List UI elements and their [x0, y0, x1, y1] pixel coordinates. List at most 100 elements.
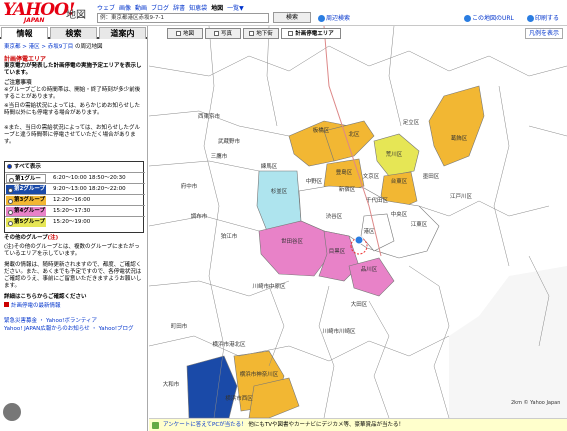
map-label: 足立区: [402, 120, 420, 126]
other-groups: その他のグループ(注): [4, 235, 144, 242]
map-label: 墨田区: [422, 174, 440, 180]
map-canvas[interactable]: 地図 写真 地下街 計画停電エリア 凡例を表示 板橋区 北区 足立区 葛飾区 荒…: [149, 26, 567, 418]
map-label: 荒川区: [385, 152, 403, 158]
details-link[interactable]: 計画停電の最新情報: [4, 302, 61, 310]
print-label: 印刷する: [535, 15, 560, 22]
section-title: 計画停電エリア: [4, 56, 47, 63]
map-label: 練馬区: [260, 164, 278, 170]
survey-icon: [152, 422, 159, 429]
group-all-option[interactable]: すべて表示: [5, 162, 145, 172]
map-label: 三鷹市: [210, 154, 228, 160]
map-svg: [149, 26, 567, 418]
map-tab-photo[interactable]: 写真: [205, 28, 241, 39]
notes-title: ご注意事項: [4, 80, 32, 86]
area-suginami: [256, 170, 302, 232]
header: YAHOO! JAPAN 地図 ウェブ 画像 動画 ブログ 辞書 知恵袋 地図 一覧▼ 例：東…: [0, 0, 567, 26]
map-url-link[interactable]: この地図のURL: [464, 13, 514, 22]
group-all-label: すべて表示: [14, 164, 41, 170]
service-dictionary[interactable]: 辞書: [173, 5, 185, 12]
map-label: 世田谷区: [280, 239, 304, 245]
map-label: 大田区: [350, 302, 368, 308]
map-scale: 2km © Yahoo Japan: [511, 400, 561, 406]
breadcrumb-tokyo[interactable]: 東京都: [4, 44, 21, 50]
note-2: ※当日の需給状況によっては、あらかじめお知らせした時間以外にも停電する場合があり…: [4, 103, 140, 116]
survey-link[interactable]: アンケートに答えてPCが当たる！: [163, 422, 247, 428]
disclaimer: 掲載の情報は、随時更新されますので、都度、ご確認ください。また、あくまでも予定で…: [4, 262, 142, 289]
breadcrumb-akasaka[interactable]: 赤坂9丁目: [48, 44, 74, 50]
link-icon: [464, 15, 471, 22]
map-tab-map[interactable]: 地図: [167, 28, 203, 39]
map-label: 西東京市: [197, 114, 221, 120]
service-blog[interactable]: ブログ: [151, 5, 169, 12]
details-title: 詳細はこちらからご確認ください: [4, 294, 87, 300]
group-row-3[interactable]: 第3グループ 12:20〜16:00: [5, 194, 145, 205]
arrow-icon: [4, 302, 9, 307]
search-button[interactable]: 検索: [273, 12, 311, 23]
service-nav: ウェブ 画像 動画 ブログ 辞書 知恵袋 地図 一覧▼: [97, 3, 248, 12]
map-label: 板橋区: [312, 128, 330, 134]
radio-icon: [8, 188, 13, 193]
group-4-label: 第4グループ: [6, 207, 46, 216]
group-row-4[interactable]: 第4グループ 15:20〜17:30: [5, 205, 145, 216]
breadcrumb-minato[interactable]: 港区: [29, 44, 40, 50]
map-url-label: この地図のURL: [472, 15, 514, 22]
map-label: 町田市: [170, 324, 188, 330]
checkbox-icon: [175, 31, 181, 36]
checkbox-icon: [249, 31, 255, 36]
map-label: 杉並区: [270, 189, 288, 195]
note-1: ※グループごとの時間帯は、開始・終了時刻が多少前後することがあります。: [4, 87, 141, 100]
map-label: 調布市: [190, 214, 208, 220]
location-pin-icon[interactable]: [354, 235, 364, 245]
search-input[interactable]: 例：東京都港区赤坂9-7-1: [97, 13, 269, 23]
intro-text: 東京電力が発表した計画停電の実施予定エリアを表示しています。: [4, 63, 142, 76]
map-label: 横浜市西区: [225, 396, 253, 402]
map-label: 大和市: [162, 382, 180, 388]
map-label: 豊島区: [335, 170, 353, 176]
legend-toggle-link[interactable]: 凡例を表示: [524, 28, 563, 39]
map-label: 川崎市中原区: [252, 284, 286, 290]
map-label: 台東区: [390, 179, 408, 185]
footer-link-2[interactable]: Yahoo! JAPAN広報からのお知らせ ・ Yahoo!ブログ: [4, 326, 134, 333]
radio-icon: [8, 221, 13, 226]
radio-icon: [8, 199, 13, 204]
around-search-icon: [318, 15, 325, 22]
service-map[interactable]: 地図: [211, 5, 223, 12]
service-list[interactable]: 一覧▼: [227, 5, 244, 12]
print-link[interactable]: 印刷する: [527, 13, 559, 22]
map-label: 中央区: [390, 212, 408, 218]
map-tab-outage[interactable]: 計画停電エリア: [281, 28, 341, 39]
group-5-time: 15:20〜19:00: [53, 219, 91, 225]
around-search-link[interactable]: 周辺検索: [318, 13, 350, 22]
map-label: 千代田区: [365, 198, 389, 204]
map-label: 渋谷区: [325, 214, 343, 220]
print-icon: [527, 15, 534, 22]
group-row-5[interactable]: 第5グループ 15:20〜19:00: [5, 216, 145, 227]
around-search-label: 周辺検索: [326, 15, 351, 22]
tab-search[interactable]: 検索: [50, 27, 97, 39]
checkbox-icon: [213, 31, 219, 36]
map-label: 狛江市: [220, 234, 238, 240]
checkbox-icon: [288, 31, 294, 36]
service-image[interactable]: 画像: [119, 5, 131, 12]
service-video[interactable]: 動画: [135, 5, 147, 12]
map-label: 葛飾区: [450, 136, 468, 142]
map-label: 新宿区: [338, 187, 356, 193]
tab-info[interactable]: 情報: [1, 27, 48, 39]
map-label: 中野区: [305, 179, 323, 185]
group-row-2[interactable]: 第2グループ 9:20〜13:00 18:20〜22:00: [5, 183, 145, 194]
tab-route[interactable]: 道案内: [99, 27, 146, 39]
group-row-1[interactable]: 第1グループ 6:20〜10:00 18:50〜20:30: [5, 172, 145, 191]
map-label: 府中市: [180, 184, 198, 190]
radio-icon: [7, 164, 12, 169]
service-chiebukuro[interactable]: 知恵袋: [189, 5, 207, 12]
service-web[interactable]: ウェブ: [97, 5, 115, 12]
map-label: 武蔵野市: [217, 139, 241, 145]
map-tab-underground[interactable]: 地下街: [243, 28, 279, 39]
breadcrumb-tail: の周辺地図: [75, 44, 103, 50]
other-groups-note: (注): [47, 235, 59, 241]
map-label: 文京区: [362, 174, 380, 180]
breadcrumb: 東京都 > 港区 > 赤坂9丁目 の周辺地図: [4, 44, 103, 50]
group-2-label: 第2グループ: [6, 185, 46, 194]
footer-link-1[interactable]: 緊急災害募金 ・ Yahoo!ボランティア: [4, 318, 97, 325]
map-label: 北区: [348, 132, 360, 138]
